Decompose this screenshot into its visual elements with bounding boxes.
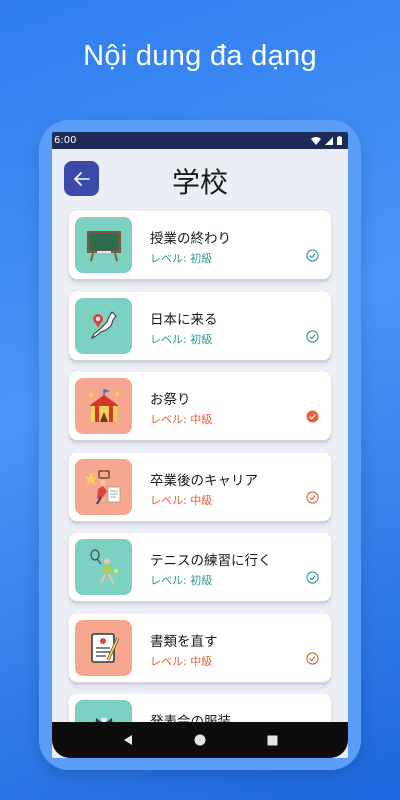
lesson-card[interactable]: テニスの練習に行く レベル: 初級 [69, 533, 331, 601]
lesson-title: 書類を直す [150, 633, 218, 650]
check-circle-outline-icon [306, 249, 319, 262]
lesson-level: レベル: 初級 [150, 332, 213, 346]
blackboard-icon [75, 217, 132, 273]
check-circle-filled-icon [306, 410, 319, 423]
page-title: 学校 [171, 166, 228, 199]
status-bar: 6:00 [52, 132, 348, 149]
phone-frame: 6:00 学校 授業の終わり レベル: 初級 日本に来る レベル: 初級 お祭り… [39, 120, 361, 770]
nav-recents-icon[interactable] [267, 735, 278, 746]
festival-tent-icon [75, 378, 132, 434]
nav-back-icon[interactable] [122, 734, 134, 746]
lesson-level: レベル: 中級 [150, 493, 213, 507]
lesson-title: お祭り [150, 392, 191, 408]
check-circle-outline-icon [306, 571, 319, 584]
lesson-card[interactable]: お祭り レベル: 中級 [69, 372, 331, 440]
lesson-title: テニスの練習に行く [150, 553, 272, 569]
lesson-card[interactable]: 卒業後のキャリア レベル: 中級 [69, 452, 331, 521]
lesson-level: レベル: 中級 [150, 413, 213, 426]
lesson-title: 日本に来る [150, 311, 218, 328]
nav-home-icon[interactable] [194, 734, 206, 746]
lesson-level: レベル: 初級 [150, 252, 213, 265]
check-circle-outline-icon [306, 490, 319, 504]
career-icon [75, 458, 132, 515]
app-bar: 学校 [52, 149, 348, 211]
lesson-level: レベル: 初級 [150, 574, 213, 587]
status-time: 6:00 [54, 135, 77, 146]
status-icons [311, 136, 342, 145]
navigation-bar [52, 722, 348, 758]
tennis-player-icon [75, 539, 132, 595]
signal-icon [325, 136, 333, 145]
japan-map-icon [75, 297, 132, 354]
lesson-list: 授業の終わり レベル: 初級 日本に来る レベル: 初級 お祭り レベル: 中級… [52, 211, 348, 758]
lesson-title: 卒業後のキャリア [150, 472, 258, 489]
lesson-level: レベル: 中級 [150, 654, 213, 668]
battery-icon [337, 136, 342, 145]
lesson-title: 授業の終わり [150, 231, 231, 247]
headline: Nội dung đa dạng [83, 40, 317, 72]
document-icon [75, 619, 132, 676]
wifi-icon [311, 136, 321, 145]
check-circle-outline-icon [306, 329, 319, 343]
app-screen: 6:00 学校 授業の終わり レベル: 初級 日本に来る レベル: 初級 お祭り… [52, 132, 348, 758]
lesson-card[interactable]: 授業の終わり レベル: 初級 [69, 211, 331, 279]
lesson-card[interactable]: 日本に来る レベル: 初級 [69, 291, 331, 360]
check-circle-outline-icon [306, 651, 319, 665]
lesson-card[interactable]: 書類を直す レベル: 中級 [69, 613, 331, 682]
